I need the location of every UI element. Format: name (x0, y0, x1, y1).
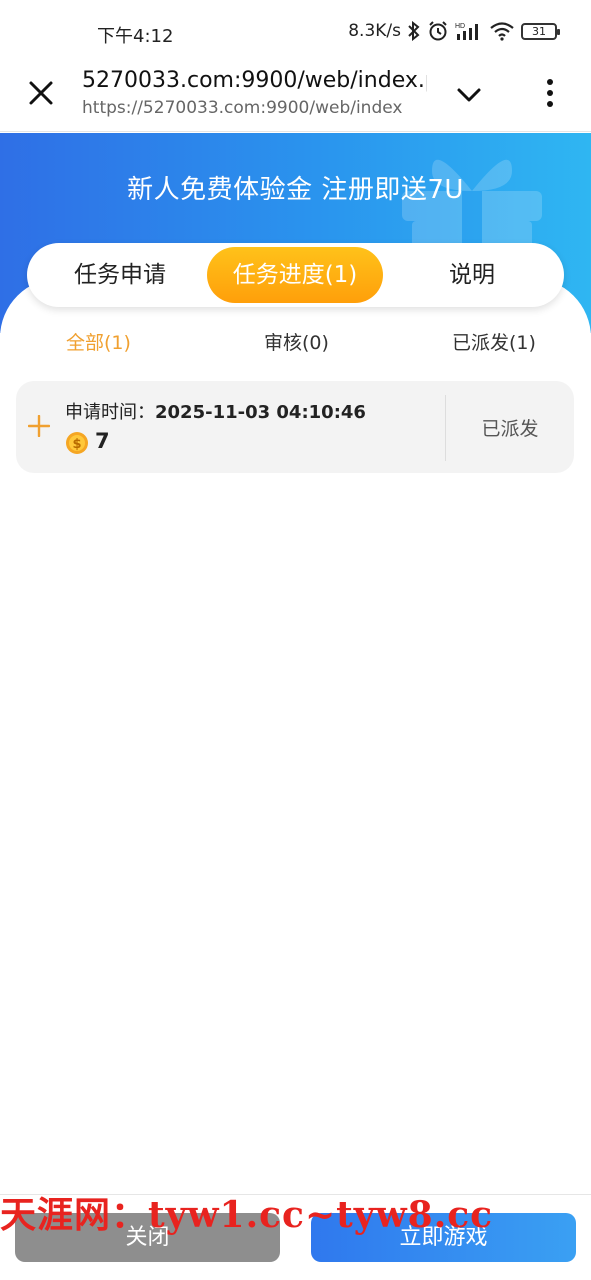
url-texts[interactable]: 5270033.com:9900/web/index.p https://527… (82, 66, 427, 120)
tab-description[interactable]: 说明 (397, 247, 547, 303)
battery-icon: 31 (521, 22, 560, 40)
filter-tab-review[interactable]: 审核(0) (264, 328, 329, 355)
status-time: 下午4:12 (97, 26, 174, 47)
record-time-value: 2025-11-03 04:10:46 (155, 402, 366, 423)
wifi-icon (490, 22, 514, 41)
status-badge: 已派发 (481, 418, 539, 440)
browser-url-bar: 5270033.com:9900/web/index.p https://527… (0, 62, 591, 132)
tab-task-progress[interactable]: 任务进度(1) (207, 247, 383, 303)
page-title: 5270033.com:9900/web/index.p (82, 68, 427, 93)
filter-tab-distributed[interactable]: 已派发(1) (452, 328, 536, 355)
record-time: 申请时间：2025-11-03 04:10:46 (65, 398, 366, 424)
watermark-text: 天涯网：tyw1.cc~tyw8.cc (0, 1195, 494, 1236)
record-time-label: 申请时间： (65, 402, 155, 423)
alarm-icon (429, 21, 447, 41)
filter-tabs: 全部(1) 审核(0) 已派发(1) (0, 328, 591, 360)
bluetooth-icon (408, 21, 420, 41)
svg-text:$: $ (72, 437, 81, 452)
signal-icon: HD (455, 23, 478, 40)
list-item[interactable]: 申请时间：2025-11-03 04:10:46 $ 7 已派发 (16, 381, 574, 473)
status-icons: 8.3K/s HD 31 (348, 20, 560, 42)
status-bar: 下午4:12 8.3K/s HD 31 (0, 0, 591, 62)
banner-title: 新人免费体验金 注册即送7U (127, 175, 464, 205)
tab-task-apply[interactable]: 任务申请 (45, 247, 195, 303)
svg-text:HD: HD (455, 23, 465, 30)
main-tabs: 任务申请 任务进度(1) 说明 (27, 243, 564, 307)
plus-icon (28, 415, 50, 437)
network-speed: 8.3K/s (348, 21, 401, 41)
record-amount: 7 (95, 429, 110, 453)
close-icon[interactable] (26, 78, 56, 108)
coin-icon: $ (66, 432, 88, 454)
page-url: https://5270033.com:9900/web/index (82, 98, 403, 118)
filter-tab-all[interactable]: 全部(1) (66, 328, 131, 355)
more-vert-icon[interactable] (540, 76, 560, 110)
chevron-down-icon[interactable] (454, 80, 484, 110)
